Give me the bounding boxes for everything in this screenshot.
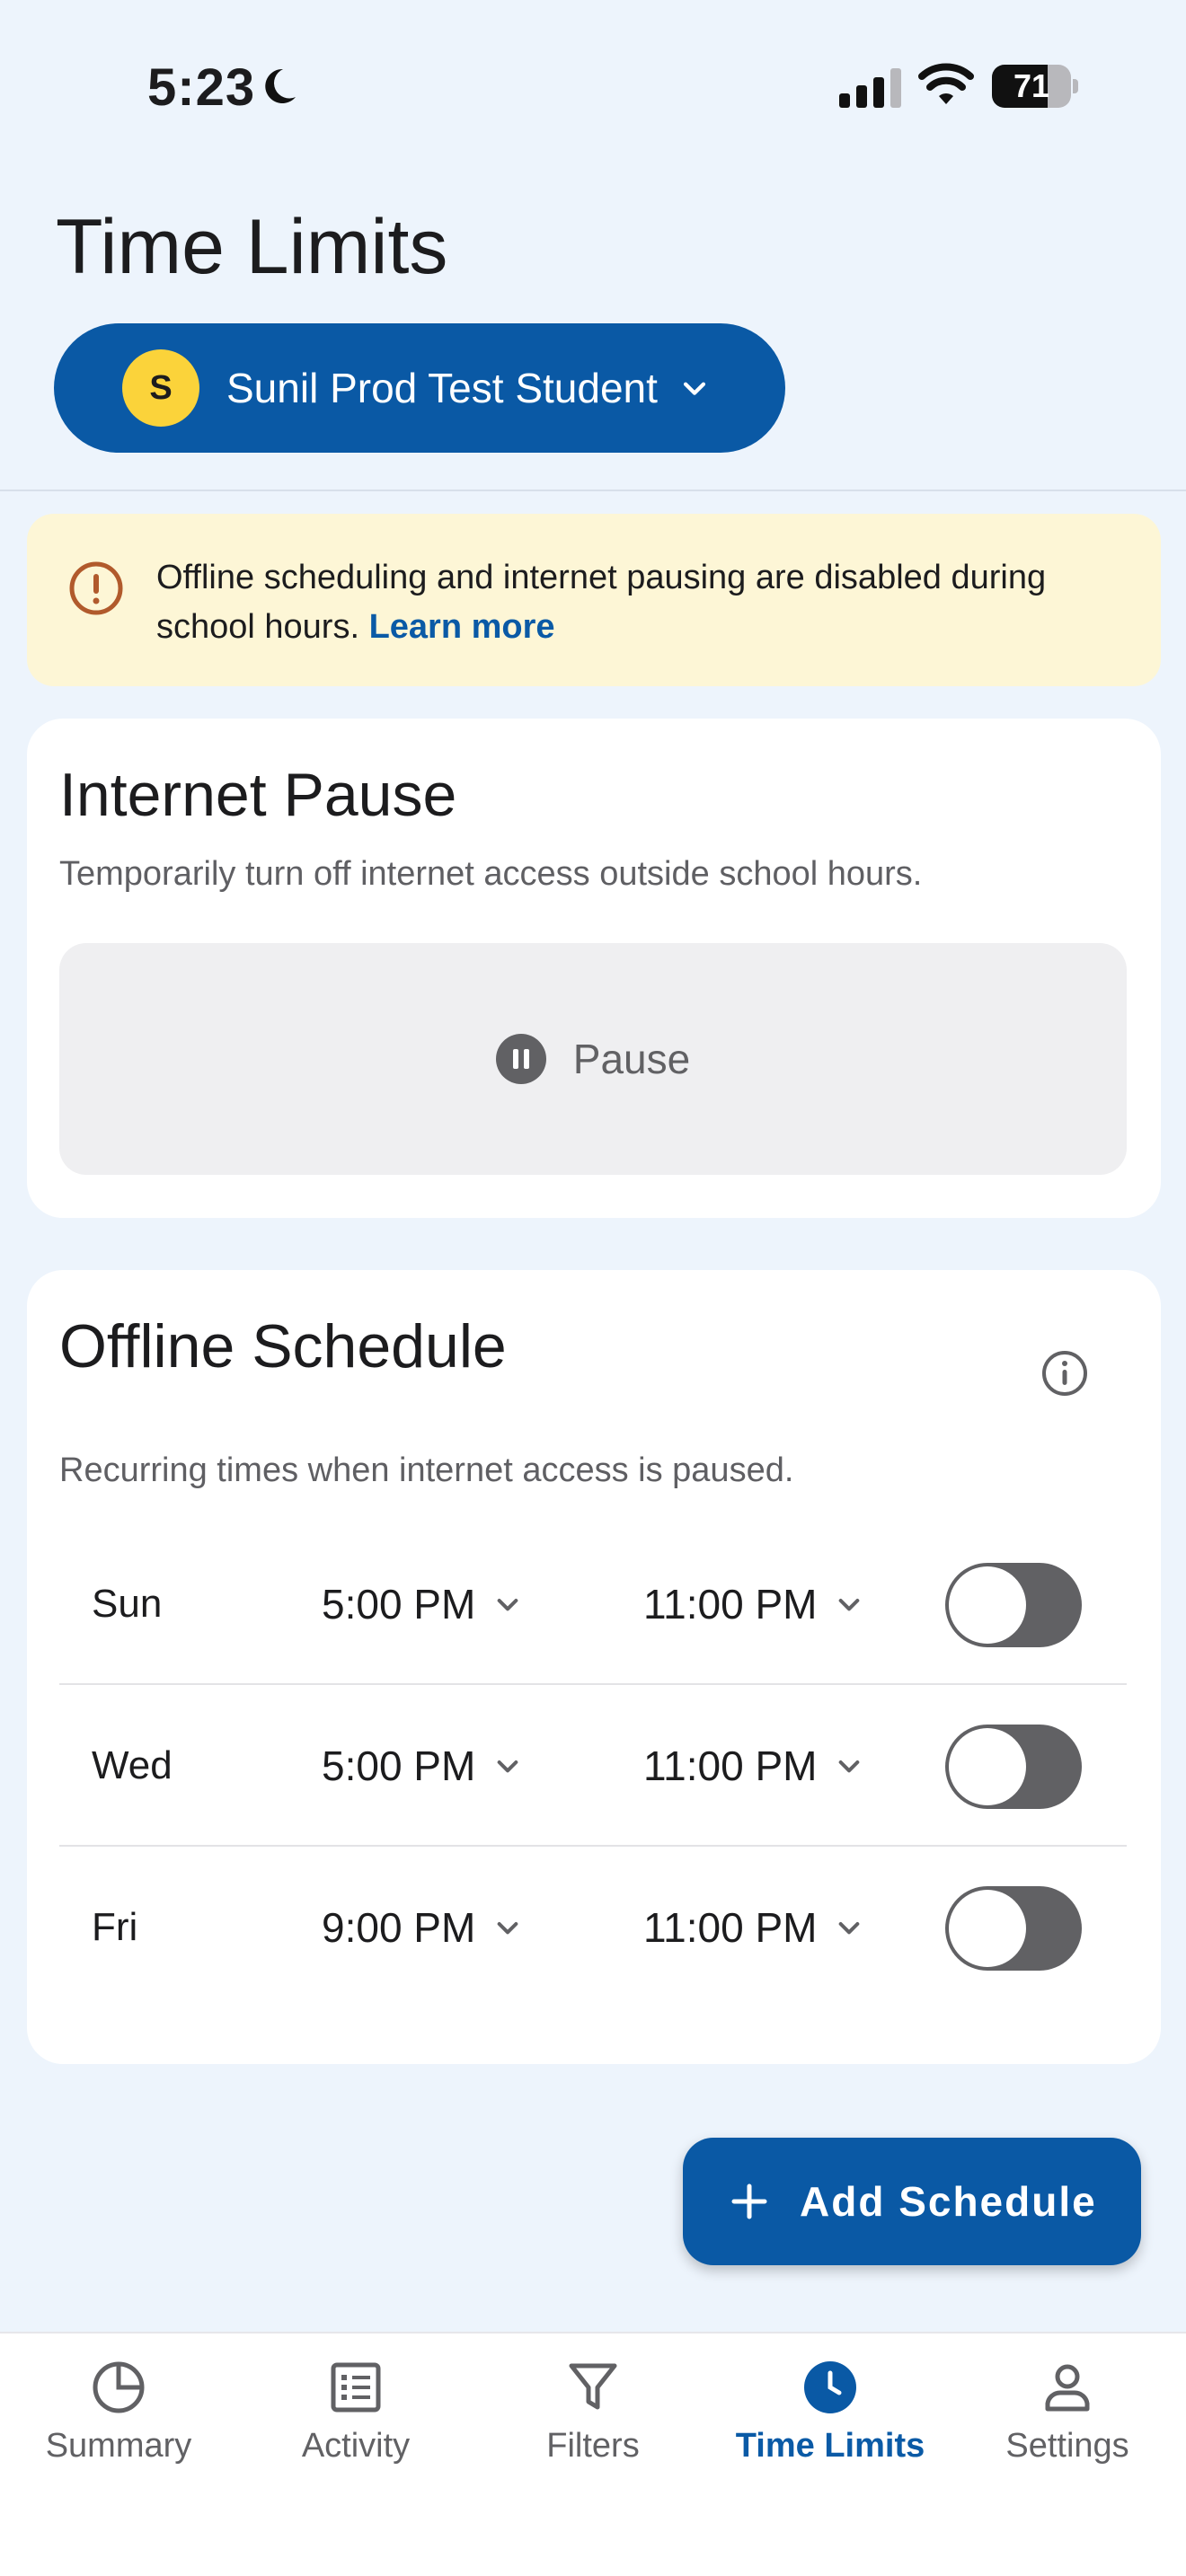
schedule-day: Sun <box>92 1582 163 1626</box>
person-icon <box>1045 2364 1090 2412</box>
pie-chart-icon <box>93 2361 145 2413</box>
internet-pause-title: Internet Pause <box>59 761 457 829</box>
chevron-down-icon <box>497 1760 518 1773</box>
start-time-select[interactable]: 9:00 PM <box>322 1847 522 2008</box>
warning-circle-icon <box>69 561 123 615</box>
start-time-select[interactable]: 5:00 PM <box>322 1685 522 1847</box>
add-schedule-button[interactable]: Add Schedule <box>683 2138 1141 2265</box>
tab-time-limits[interactable]: Time Limits <box>712 2333 949 2495</box>
schedule-day: Wed <box>92 1743 173 1787</box>
battery-percent: 71 <box>1013 67 1050 104</box>
bottom-tab-bar: Summary Activity Filters Time Limits Set… <box>0 2332 1186 2576</box>
pause-icon <box>495 1034 546 1084</box>
plus-icon <box>731 2183 767 2219</box>
start-time-value: 5:00 PM <box>322 1742 476 1789</box>
battery-indicator: 71 <box>992 65 1078 108</box>
tab-summary[interactable]: Summary <box>0 2333 237 2495</box>
chevron-down-icon <box>497 1922 518 1935</box>
schedule-row-wed: Wed 5:00 PM 11:00 PM <box>59 1685 1127 1847</box>
schedule-row-sun: Sun 5:00 PM 11:00 PM <box>59 1523 1127 1685</box>
tab-label: Settings <box>1005 2427 1129 2465</box>
wifi-icon <box>918 63 974 104</box>
student-avatar: S <box>122 349 199 427</box>
toggle-knob <box>949 1566 1026 1644</box>
filter-icon <box>569 2363 617 2410</box>
tab-label: Time Limits <box>735 2427 925 2465</box>
offline-schedule-subtitle: Recurring times when internet access is … <box>59 1451 794 1489</box>
tab-activity[interactable]: Activity <box>237 2333 474 2495</box>
header-divider <box>0 490 1186 491</box>
schedule-day: Fri <box>92 1905 138 1949</box>
end-time-value: 11:00 PM <box>643 1742 818 1789</box>
offline-schedule-card: Offline Schedule Recurring times when in… <box>27 1270 1161 2064</box>
schedule-toggle[interactable] <box>945 1886 1082 1971</box>
battery-body: 71 <box>992 65 1071 108</box>
page-title: Time Limits <box>56 204 448 290</box>
clock-icon <box>804 2361 856 2413</box>
school-hours-notice: Offline scheduling and internet pausing … <box>27 514 1161 686</box>
tab-filters[interactable]: Filters <box>474 2333 712 2495</box>
chevron-down-icon <box>839 1760 860 1773</box>
battery-nub <box>1073 79 1078 93</box>
chevron-down-icon <box>839 1599 860 1611</box>
info-icon[interactable] <box>1040 1349 1089 1398</box>
internet-pause-subtitle: Temporarily turn off internet access out… <box>59 855 923 893</box>
toggle-knob <box>949 1890 1026 1967</box>
learn-more-link[interactable]: Learn more <box>369 608 555 646</box>
chevron-down-icon <box>839 1922 860 1935</box>
end-time-value: 11:00 PM <box>643 1581 818 1628</box>
schedule-toggle[interactable] <box>945 1563 1082 1647</box>
time-limits-screen: 5:23 71 Time Limits S Sunil Prod Test St… <box>0 0 1186 2576</box>
start-time-value: 9:00 PM <box>322 1904 476 1951</box>
chevron-down-icon <box>683 382 705 395</box>
end-time-select[interactable]: 11:00 PM <box>643 1523 863 1685</box>
tab-label: Activity <box>301 2427 411 2465</box>
notice-message: Offline scheduling and internet pausing … <box>156 553 1109 652</box>
start-time-value: 5:00 PM <box>322 1581 476 1628</box>
internet-pause-card: Internet Pause Temporarily turn off inte… <box>27 719 1161 1218</box>
tab-settings[interactable]: Settings <box>949 2333 1186 2495</box>
pause-label: Pause <box>572 1036 691 1082</box>
list-icon <box>331 2362 381 2413</box>
start-time-select[interactable]: 5:00 PM <box>322 1523 522 1685</box>
offline-schedule-title: Offline Schedule <box>59 1312 507 1381</box>
toggle-knob <box>949 1728 1026 1805</box>
add-schedule-label: Add Schedule <box>800 2178 1097 2225</box>
chevron-down-icon <box>497 1599 518 1611</box>
tab-label: Summary <box>45 2427 192 2465</box>
end-time-select[interactable]: 11:00 PM <box>643 1847 863 2008</box>
tab-label: Filters <box>546 2427 640 2465</box>
do-not-disturb-moon-icon <box>265 68 296 103</box>
end-time-value: 11:00 PM <box>643 1904 818 1951</box>
schedule-toggle[interactable] <box>945 1725 1082 1809</box>
status-time: 5:23 <box>147 58 256 117</box>
notice-text: Offline scheduling and internet pausing … <box>156 559 1047 646</box>
end-time-select[interactable]: 11:00 PM <box>643 1685 863 1847</box>
pause-button[interactable]: Pause <box>59 943 1127 1175</box>
student-selector-button[interactable]: S Sunil Prod Test Student <box>54 323 785 453</box>
student-name: Sunil Prod Test Student <box>226 365 658 411</box>
schedule-row-fri: Fri 9:00 PM 11:00 PM <box>59 1847 1127 2008</box>
status-bar: 5:23 71 <box>0 0 1186 171</box>
cellular-signal-icon <box>839 68 901 108</box>
